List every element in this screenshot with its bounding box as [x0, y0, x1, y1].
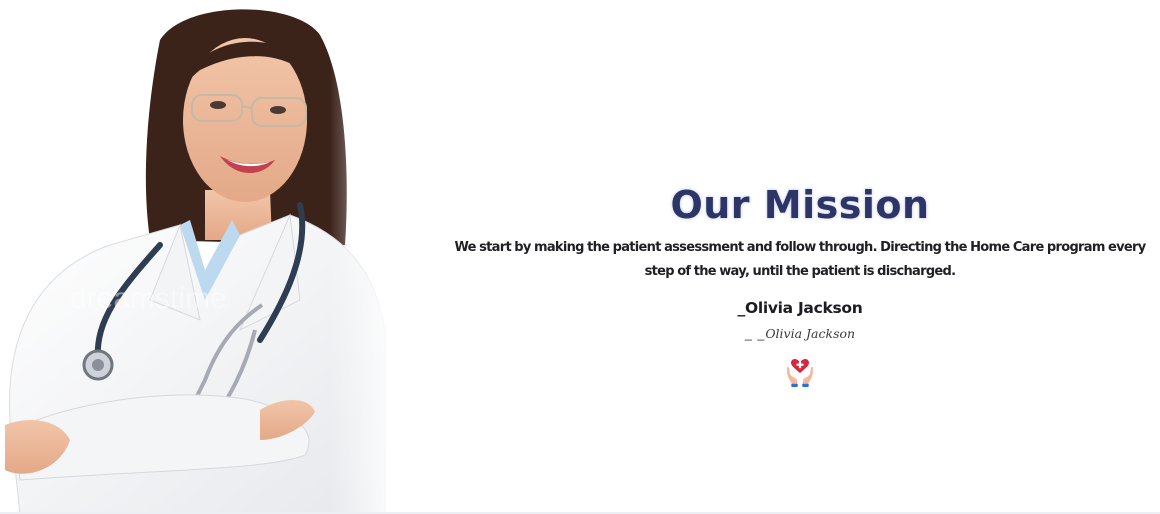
mission-author: _Olivia Jackson — [737, 299, 863, 317]
mission-section: dreamstime Our Mission We start by makin… — [0, 0, 1160, 514]
hands-heart-icon — [787, 359, 813, 387]
mission-signature: _ _Olivia Jackson — [448, 325, 1152, 343]
signature-name: Olivia Jackson — [765, 326, 856, 341]
mission-description: We start by making the patient assessmen… — [454, 240, 1146, 279]
doctor-photo: dreamstime — [0, 0, 400, 514]
mission-title: Our Mission — [670, 183, 930, 227]
photo-watermark: dreamstime — [70, 282, 227, 315]
mission-content: Our Mission We start by making the patie… — [448, 180, 1152, 389]
signature-prefix: _ _ — [744, 327, 766, 341]
